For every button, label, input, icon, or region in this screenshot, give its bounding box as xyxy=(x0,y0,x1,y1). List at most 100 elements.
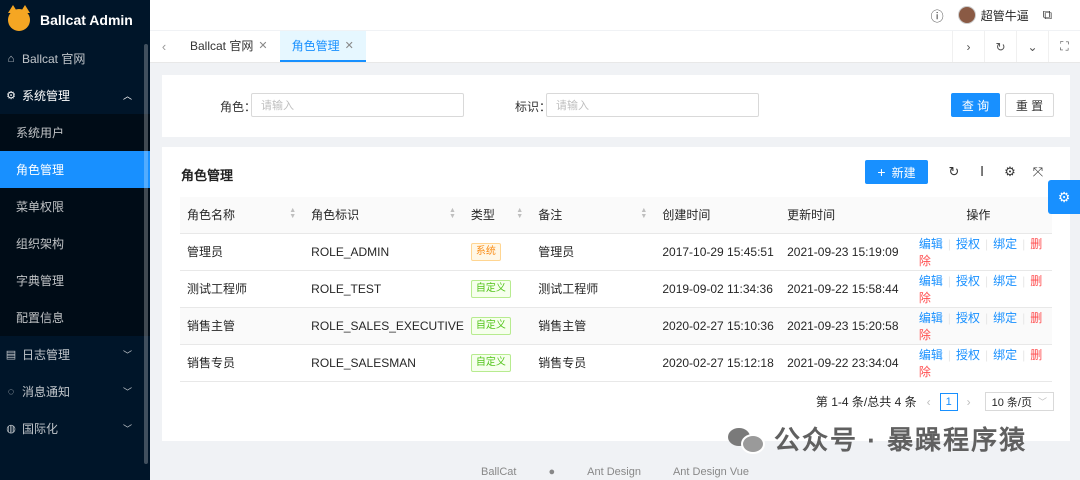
tab-scroll-left-icon[interactable]: ‹ xyxy=(150,31,178,62)
query-button[interactable]: 查 询 xyxy=(951,93,1000,117)
edit-link[interactable]: 编辑 xyxy=(919,348,943,362)
table-header-row: 角色名称 ▲ ▼ 角色标识 ▲ ▼ 类型 ▲ ▼ 备注 ▲ ▼ 创建时间 更新时间 操作 xyxy=(180,197,1052,234)
settings-icon[interactable]: ⚙ xyxy=(996,164,1024,180)
grant-link[interactable]: 授权 xyxy=(956,237,980,251)
cell-role-code: ROLE_SALES_EXECUTIVE xyxy=(304,307,464,345)
edit-link[interactable]: 编辑 xyxy=(919,311,943,325)
sidebar-item-i18n[interactable]: ◍ 国际化 ﹀ xyxy=(0,410,150,447)
role-input[interactable]: 请输入 xyxy=(251,93,464,117)
app-logo[interactable]: Ballcat Admin xyxy=(0,0,150,40)
user-name[interactable]: 超管牛逼 xyxy=(981,7,1029,24)
avatar[interactable] xyxy=(957,6,976,24)
fullscreen-icon[interactable]: ⤧ xyxy=(1024,164,1052,180)
cell-actions: 编辑 | 授权 | 绑定 | 删除 xyxy=(904,307,1052,345)
sidebar-item-logs[interactable]: ▤ 日志管理 ﹀ xyxy=(0,336,150,373)
cell-role-code: ROLE_TEST xyxy=(304,270,464,308)
sidebar-item-label: 系统管理 xyxy=(22,89,71,103)
sidebar-item-menu-permissions[interactable]: 菜单权限 xyxy=(0,188,150,225)
chevron-down-icon[interactable]: ⌄ xyxy=(1016,31,1048,62)
page-size-select[interactable]: 10 条/页 ﹀ xyxy=(984,392,1054,411)
close-icon[interactable]: ✕ xyxy=(258,39,267,52)
close-icon[interactable]: ✕ xyxy=(345,39,354,52)
sidebar-item-system-users[interactable]: 系统用户 xyxy=(0,114,150,151)
column-header-label: 操作 xyxy=(966,208,991,223)
top-header: ⓘ 超管牛逼 ⧉ xyxy=(150,0,1080,30)
sidebar-item-label: 系统用户 xyxy=(16,126,65,140)
role-table-card: 角色管理 + 新建 ↻ Ⅰ ⚙ ⤧ 角色名称 ▲ ▼ 角色标识 ▲ ▼ 类型 ▲ ▼ 备注 ▲… xyxy=(162,147,1070,441)
sidebar-item-label: 菜单权限 xyxy=(16,200,65,214)
column-header-role-code[interactable]: 角色标识 ▲ ▼ xyxy=(304,197,464,234)
tab-scroll-right-icon[interactable]: › xyxy=(952,31,984,62)
column-header-updated: 更新时间 xyxy=(780,197,905,234)
cell-created: 2020-02-27 15:12:18 xyxy=(655,344,781,382)
chevron-down-icon: ﹀ xyxy=(1037,397,1047,407)
github-icon[interactable]: ● xyxy=(548,466,555,478)
column-header-role-name[interactable]: 角色名称 ▲ ▼ xyxy=(180,197,305,234)
type-tag: 系统 xyxy=(470,242,501,261)
sort-icon[interactable]: ▲ ▼ xyxy=(449,207,456,220)
grant-link[interactable]: 授权 xyxy=(956,348,980,362)
footer-link-ballcat[interactable]: BallCat xyxy=(481,466,516,478)
sidebar-item-organization[interactable]: 组织架构 xyxy=(0,225,150,262)
page-number[interactable]: 1 xyxy=(939,392,958,411)
cell-remark: 销售主管 xyxy=(531,307,656,345)
divider: | xyxy=(947,347,951,362)
tab-ballcat-site[interactable]: Ballcat 官网 ✕ xyxy=(178,31,280,62)
role-input-placeholder: 请输入 xyxy=(261,100,294,112)
cell-type: 自定义 xyxy=(463,307,532,345)
sort-icon[interactable]: ▲ ▼ xyxy=(289,207,296,220)
edit-link[interactable]: 编辑 xyxy=(919,237,943,251)
reset-button[interactable]: 重 置 xyxy=(1005,93,1054,117)
fullscreen-icon[interactable]: ⛶ xyxy=(1048,31,1080,62)
cell-role-name: 销售主管 xyxy=(180,307,305,345)
image-translate-icon[interactable]: ⧉ xyxy=(1043,7,1052,23)
reload-icon[interactable]: ↻ xyxy=(940,164,968,180)
chevron-right-icon[interactable]: › xyxy=(967,395,971,409)
cell-role-name: 测试工程师 xyxy=(180,270,305,308)
column-header-created: 创建时间 xyxy=(655,197,781,234)
footer-link-ant-design[interactable]: Ant Design xyxy=(587,466,641,478)
sidebar-item-label: 配置信息 xyxy=(16,311,65,325)
settings-drawer-button[interactable]: ⚙ xyxy=(1048,180,1080,214)
edit-link[interactable]: 编辑 xyxy=(919,274,943,288)
column-header-type[interactable]: 类型 ▲ ▼ xyxy=(463,197,532,234)
sidebar-item-ballcat-site[interactable]: ⌂ Ballcat 官网 xyxy=(0,40,150,77)
sort-icon[interactable]: ▲ ▼ xyxy=(516,207,523,220)
search-form: 角色： 请输入 标识： 请输入 查 询 重 置 xyxy=(162,75,1070,137)
sidebar-item-role-management[interactable]: 角色管理 xyxy=(0,151,150,188)
sidebar-item-config[interactable]: 配置信息 xyxy=(0,299,150,336)
cell-type: 系统 xyxy=(463,233,532,271)
grant-link[interactable]: 授权 xyxy=(956,311,980,325)
density-icon[interactable]: Ⅰ xyxy=(968,164,996,180)
chevron-left-icon[interactable]: ‹ xyxy=(927,395,931,409)
sidebar-item-label: 日志管理 xyxy=(22,348,71,362)
help-icon[interactable]: ⓘ xyxy=(931,6,944,25)
sidebar-item-dictionary[interactable]: 字典管理 xyxy=(0,262,150,299)
cell-updated: 2021-09-23 15:19:09 xyxy=(780,233,905,271)
grant-link[interactable]: 授权 xyxy=(956,274,980,288)
sort-icon[interactable]: ▲ ▼ xyxy=(640,207,647,220)
sidebar-scrollbar[interactable] xyxy=(144,44,148,464)
sidebar-item-system[interactable]: ⚙ 系统管理 ︿ xyxy=(0,77,150,114)
cell-actions: 编辑 | 授权 | 绑定 | 删除 xyxy=(904,233,1052,271)
bind-link[interactable]: 绑定 xyxy=(993,348,1017,362)
divider: | xyxy=(1022,273,1026,288)
log-icon: ▤ xyxy=(5,349,17,361)
bind-link[interactable]: 绑定 xyxy=(993,274,1017,288)
divider: | xyxy=(1022,310,1026,325)
divider: | xyxy=(985,347,989,362)
bind-link[interactable]: 绑定 xyxy=(993,311,1017,325)
column-header-remark[interactable]: 备注 ▲ ▼ xyxy=(531,197,656,234)
role-table: 角色名称 ▲ ▼ 角色标识 ▲ ▼ 类型 ▲ ▼ 备注 ▲ ▼ 创建时间 更新时间 操作 管理员… xyxy=(180,197,1052,382)
tab-role-management[interactable]: 角色管理 ✕ xyxy=(279,31,366,62)
reload-icon[interactable]: ↻ xyxy=(984,31,1016,62)
gear-icon: ⚙ xyxy=(6,90,16,102)
bind-link[interactable]: 绑定 xyxy=(993,237,1017,251)
footer-link-ant-design-vue[interactable]: Ant Design Vue xyxy=(673,466,749,478)
sidebar-item-messages[interactable]: ◌ 消息通知 ﹀ xyxy=(0,373,150,410)
code-input[interactable]: 请输入 xyxy=(546,93,759,117)
cell-updated: 2021-09-22 23:34:04 xyxy=(780,344,905,382)
column-header-label: 备注 xyxy=(538,208,563,223)
new-button[interactable]: + 新建 xyxy=(865,160,928,184)
column-header-label: 创建时间 xyxy=(662,208,711,223)
